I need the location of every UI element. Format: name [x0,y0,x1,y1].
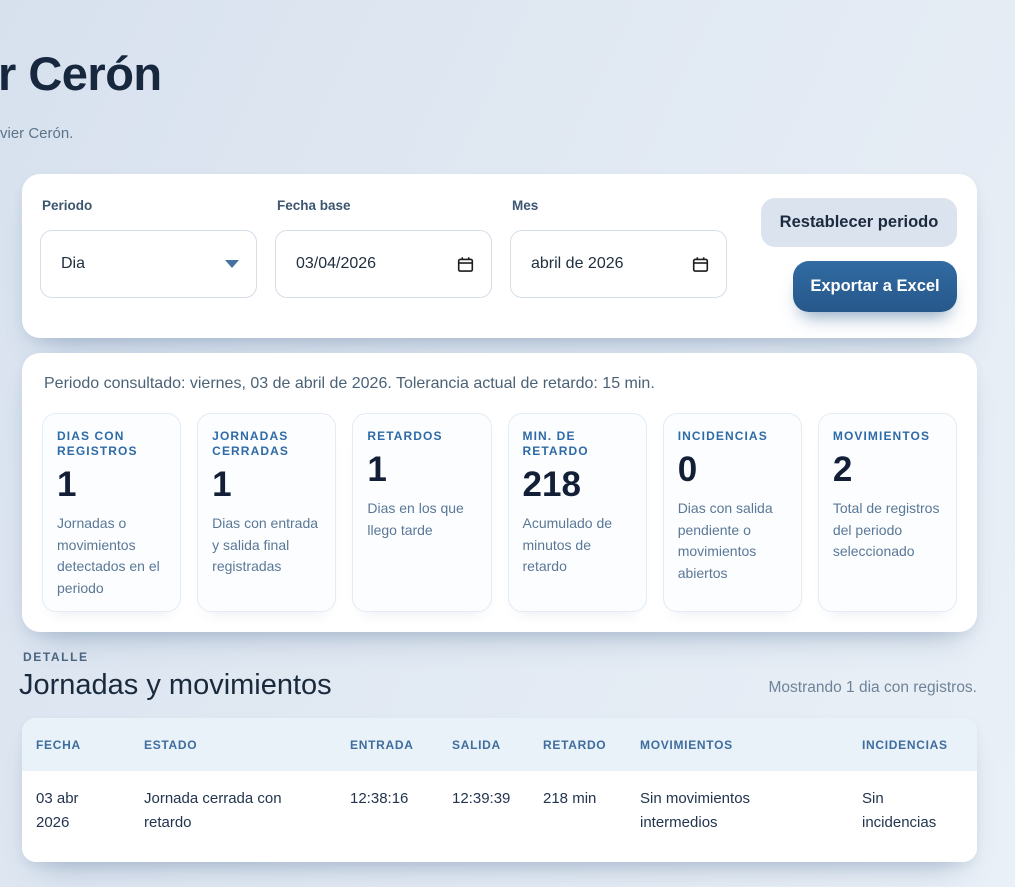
chevron-down-icon [225,260,239,268]
column-header-salida: SALIDA [452,718,543,771]
records-table: FECHA ESTADO ENTRADA SALIDA RETARDO MOVI… [22,718,977,862]
showing-count-text: Mostrando 1 dia con registros. [768,679,978,696]
stat-card-jornadas-cerradas: JORNADAS CERRADAS 1 Dias con entrada y s… [197,413,337,612]
mes-value: abril de 2026 [531,255,624,272]
stat-description: Dias con salida pendiente o movimientos … [677,500,773,581]
stat-label: RETARDOS [367,429,443,443]
mes-input[interactable]: abril de 2026 [510,230,727,298]
cell-entrada: 12:38:16 [350,771,452,862]
stat-label: MIN. DE RETARDO [522,429,589,458]
filter-panel: Periodo Dia Fecha base 03/04/2026 Mes ab… [22,174,977,338]
cell-movimientos: Sin movimientos intermedios [640,771,862,862]
table-header-row: FECHA ESTADO ENTRADA SALIDA RETARDO MOVI… [22,718,977,771]
calendar-icon[interactable] [692,256,709,273]
detail-header: DETALLE Jornadas y movimientos Mostrando… [19,650,978,702]
stat-label: MOVIMIENTOS [832,429,931,443]
stat-value: 0 [677,450,698,489]
detail-titles: DETALLE Jornadas y movimientos [19,650,332,702]
stat-value: 1 [57,465,77,504]
detail-eyebrow: DETALLE [23,650,89,664]
stat-description: Total de registros del periodo seleccion… [832,500,940,559]
column-header-estado: ESTADO [144,718,350,771]
export-excel-button[interactable]: Exportar a Excel [793,261,957,312]
stat-description: Jornadas o movimientos detectados en el … [57,515,160,596]
fecha-base-value: 03/04/2026 [296,255,377,272]
cell-incidencias: Sin incidencias [862,771,977,862]
stat-label: DIAS CON REGISTROS [57,429,138,458]
stat-description: Dias en los que llego tarde [367,500,464,538]
period-info-text: Periodo consultado: viernes, 03 de abril… [44,375,655,392]
calendar-icon[interactable] [457,256,474,273]
stat-value: 1 [367,450,387,489]
fecha-base-input[interactable]: 03/04/2026 [275,230,492,298]
column-header-retardo: RETARDO [543,718,640,771]
field-mes: Mes abril de 2026 [510,194,727,298]
table-row[interactable]: 03 abr 2026 Jornada cerrada con retardo … [22,771,977,862]
column-header-fecha: FECHA [22,718,144,771]
stat-label: JORNADAS CERRADAS [212,429,289,458]
page: r Cerón vier Cerón. Periodo Dia Fecha ba… [0,46,1015,862]
periodo-selected-value: Dia [61,255,86,272]
cell-fecha: 03 abr 2026 [22,771,144,862]
stat-value: 2 [832,450,853,489]
cell-retardo: 218 min [543,771,640,862]
stat-card-dias-con-registros: DIAS CON REGISTROS 1 Jornadas o movimien… [42,413,182,612]
column-header-movimientos: MOVIMIENTOS [640,718,862,771]
records-table-card: FECHA ESTADO ENTRADA SALIDA RETARDO MOVI… [22,718,977,862]
page-title: r Cerón [0,47,162,100]
stats-row: DIAS CON REGISTROS 1 Jornadas o movimien… [42,413,958,612]
page-subtitle: vier Cerón. [0,125,74,142]
periodo-select[interactable]: Dia [40,230,257,298]
cell-estado: Jornada cerrada con retardo [144,771,350,862]
column-header-incidencias: INCIDENCIAS [862,718,977,771]
stat-value: 218 [522,465,581,504]
mes-label: Mes [512,198,539,213]
fecha-base-label: Fecha base [277,198,351,213]
field-periodo: Periodo Dia [40,194,257,298]
stat-label: INCIDENCIAS [677,429,768,443]
column-header-entrada: ENTRADA [350,718,452,771]
stat-card-retardos: RETARDOS 1 Dias en los que llego tarde [352,413,492,612]
reset-period-button[interactable]: Restablecer periodo [761,198,957,247]
stat-description: Dias con entrada y salida final registra… [212,515,319,574]
stat-card-movimientos: MOVIMIENTOS 2 Total de registros del per… [817,413,958,612]
stat-card-min-retardo: MIN. DE RETARDO 218 Acumulado de minutos… [507,413,647,612]
field-fecha-base: Fecha base 03/04/2026 [275,194,492,298]
filter-actions: Restablecer periodo Exportar a Excel [761,194,957,312]
stat-card-incidencias: INCIDENCIAS 0 Dias con salida pendiente … [662,413,802,612]
summary-panel: Periodo consultado: viernes, 03 de abril… [22,353,977,632]
section-heading: Jornadas y movimientos [19,669,332,701]
cell-salida: 12:39:39 [452,771,543,862]
stat-value: 1 [212,465,232,504]
stat-description: Acumulado de minutos de retardo [522,515,613,574]
periodo-label: Periodo [42,198,93,213]
